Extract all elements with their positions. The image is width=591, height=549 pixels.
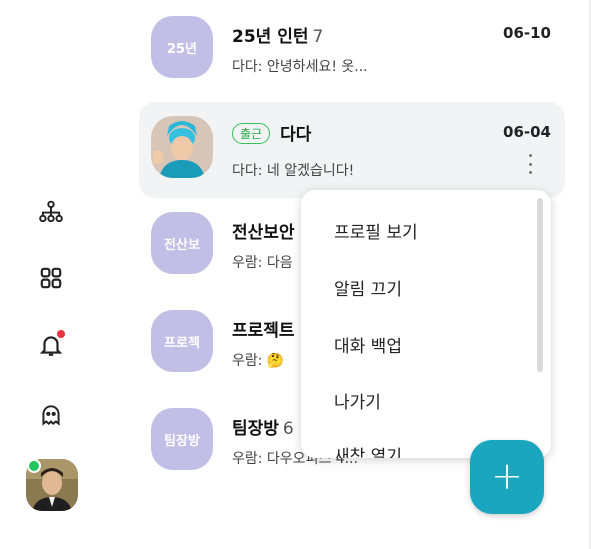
chat-title: 프로젝트 xyxy=(232,321,295,341)
menu-scrollbar[interactable] xyxy=(537,198,543,372)
chat-avatar: 전산보 xyxy=(151,212,213,274)
chat-title-wrap: 25년 인턴 7 xyxy=(232,22,323,47)
menu-item-mute[interactable]: 알림 끄기 xyxy=(334,275,402,300)
status-badge: 출근 xyxy=(232,123,271,144)
chat-title: 다다 xyxy=(280,125,312,145)
member-count: 7 xyxy=(312,27,324,47)
menu-item-new-window[interactable]: 새창 열기 xyxy=(334,442,402,458)
chat-row[interactable]: 25년 25년 인턴 7 06-10 다다: 안녕하세요! 옷... xyxy=(139,2,565,98)
chat-date: 06-10 xyxy=(503,24,551,42)
chat-title-wrap: 팀장방 6 xyxy=(232,414,294,439)
chat-row-selected[interactable]: 출근 다다 06-04 다다: 네 알겠습니다! xyxy=(139,102,565,198)
chat-avatar: 팀장방 xyxy=(151,408,213,470)
menu-item-leave[interactable]: 나가기 xyxy=(334,388,381,413)
chat-date: 06-04 xyxy=(503,123,551,141)
menu-item-backup[interactable]: 대화 백업 xyxy=(334,332,402,357)
chat-title: 팀장방 xyxy=(232,419,279,439)
chat-avatar: 프로젝 xyxy=(151,310,213,372)
notification-dot xyxy=(57,330,65,338)
chat-avatar-photo xyxy=(151,116,213,178)
chat-preview: 다다: 안녕하세요! 옷... xyxy=(232,59,368,75)
more-options-icon[interactable] xyxy=(525,154,535,174)
context-menu: 프로필 보기 알림 끄기 대화 백업 나가기 새창 열기 xyxy=(301,190,551,458)
menu-item-view-profile[interactable]: 프로필 보기 xyxy=(334,218,418,243)
new-chat-button[interactable]: + xyxy=(470,440,544,514)
chat-title: 25년 인턴 xyxy=(232,27,309,47)
plus-icon: + xyxy=(491,453,523,498)
chat-title-wrap: 출근 다다 xyxy=(232,120,311,145)
chat-preview: 우람: 🤔 xyxy=(232,353,285,369)
member-count: 6 xyxy=(282,419,294,439)
org-chart-icon[interactable] xyxy=(34,195,68,229)
ghost-icon[interactable] xyxy=(34,398,68,432)
apps-grid-icon[interactable] xyxy=(34,261,68,295)
chat-avatar: 25년 xyxy=(151,16,213,78)
chat-preview: 다다: 네 알겠습니다! xyxy=(232,163,355,179)
bell-icon[interactable] xyxy=(34,328,68,362)
chat-preview: 우람: 다음 xyxy=(232,255,293,271)
online-status-dot xyxy=(27,459,41,473)
chat-title: 전산보안 xyxy=(232,223,295,243)
